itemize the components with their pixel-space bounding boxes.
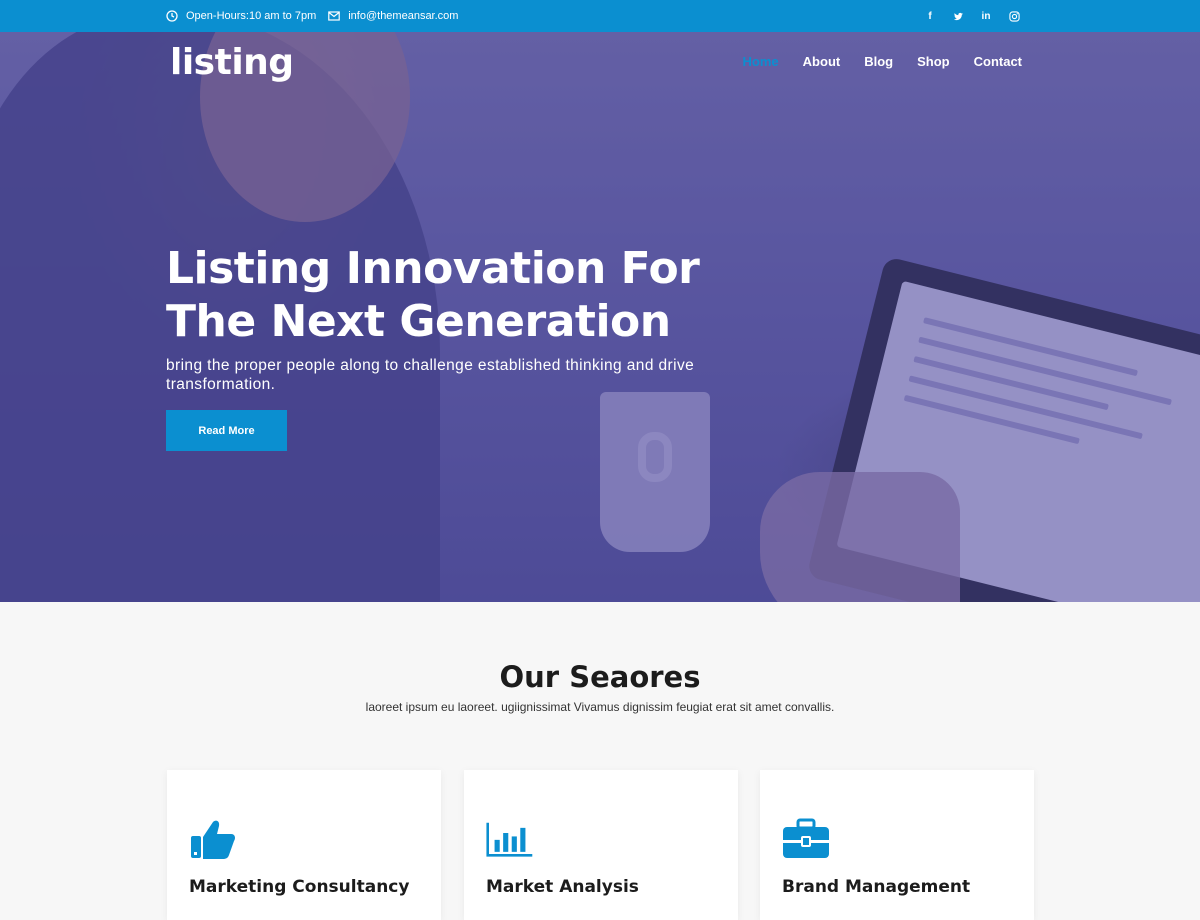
service-label: Market Analysis	[486, 877, 639, 897]
service-label: Marketing Consultancy	[189, 877, 410, 897]
hero-content: Listing Innovation For The Next Generati…	[166, 242, 766, 451]
social-links: f in	[924, 0, 1020, 32]
nav-blog[interactable]: Blog	[864, 54, 893, 69]
service-label: Brand Management	[782, 877, 971, 897]
hero-banner: Listing Innovation For The Next Generati…	[0, 32, 1200, 602]
email-item[interactable]: info@themeansar.com	[328, 10, 458, 22]
main-nav: Home About Blog Shop Contact	[743, 54, 1022, 69]
site-logo[interactable]: listing	[170, 42, 294, 83]
nav-shop[interactable]: Shop	[917, 54, 950, 69]
hours-item: Open-Hours:10 am to 7pm	[166, 10, 316, 22]
briefcase-icon	[783, 818, 829, 858]
linkedin-icon[interactable]: in	[980, 10, 992, 22]
read-more-button[interactable]: Read More	[166, 410, 287, 451]
service-card-analysis[interactable]: Market Analysis	[464, 770, 738, 920]
nav-contact[interactable]: Contact	[974, 54, 1022, 69]
nav-about[interactable]: About	[803, 54, 841, 69]
thumbs-up-icon	[191, 820, 235, 859]
top-bar: Open-Hours:10 am to 7pm info@themeansar.…	[0, 0, 1200, 32]
services-title: Our Seaores	[499, 660, 701, 694]
hero-title: Listing Innovation For The Next Generati…	[166, 243, 700, 347]
twitter-icon[interactable]	[952, 10, 964, 22]
hours-text: Open-Hours:10 am to 7pm	[186, 10, 317, 22]
contact-info: Open-Hours:10 am to 7pm info@themeansar.…	[166, 0, 458, 32]
clock-icon	[166, 10, 178, 22]
bar-chart-icon	[486, 822, 533, 857]
instagram-icon[interactable]	[1008, 10, 1020, 22]
nav-home[interactable]: Home	[743, 54, 779, 69]
service-card-brand[interactable]: Brand Management	[760, 770, 1034, 920]
facebook-icon[interactable]: f	[924, 10, 936, 22]
service-card-marketing[interactable]: Marketing Consultancy	[167, 770, 441, 920]
envelope-icon	[328, 11, 341, 21]
hero-subtitle: bring the proper people along to challen…	[166, 357, 695, 393]
services-description: laoreet ipsum eu laoreet. ugiignissimat …	[365, 700, 835, 714]
email-text[interactable]: info@themeansar.com	[348, 10, 458, 22]
